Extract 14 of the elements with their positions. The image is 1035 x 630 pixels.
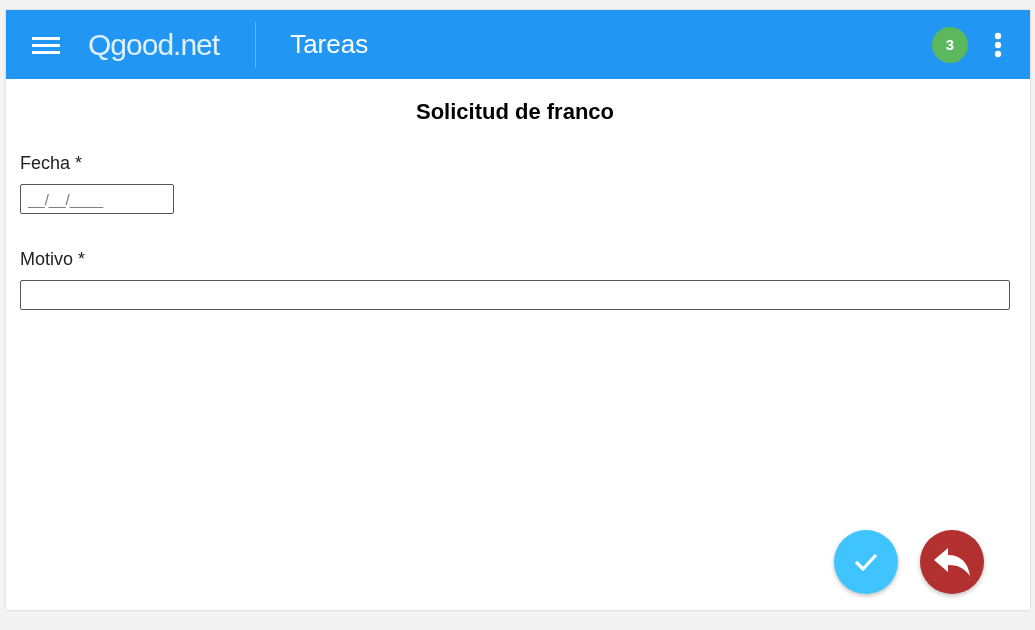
- field-label: Motivo *: [20, 249, 87, 270]
- more-icon[interactable]: [994, 31, 1002, 58]
- form-title: Solicitud de franco: [415, 99, 615, 125]
- check-icon: [853, 552, 879, 572]
- page-title: Tareas: [290, 29, 369, 60]
- field-label: Fecha *: [20, 153, 84, 174]
- notification-badge[interactable]: 3: [932, 26, 968, 63]
- menu-icon[interactable]: [32, 34, 60, 55]
- date-field[interactable]: __/__/____: [20, 184, 174, 214]
- back-button[interactable]: [920, 530, 984, 594]
- reply-icon: [932, 546, 972, 578]
- confirm-button[interactable]: [834, 530, 898, 594]
- brand-logo[interactable]: Qgood.net: [88, 27, 220, 62]
- input-field[interactable]: [20, 280, 1010, 310]
